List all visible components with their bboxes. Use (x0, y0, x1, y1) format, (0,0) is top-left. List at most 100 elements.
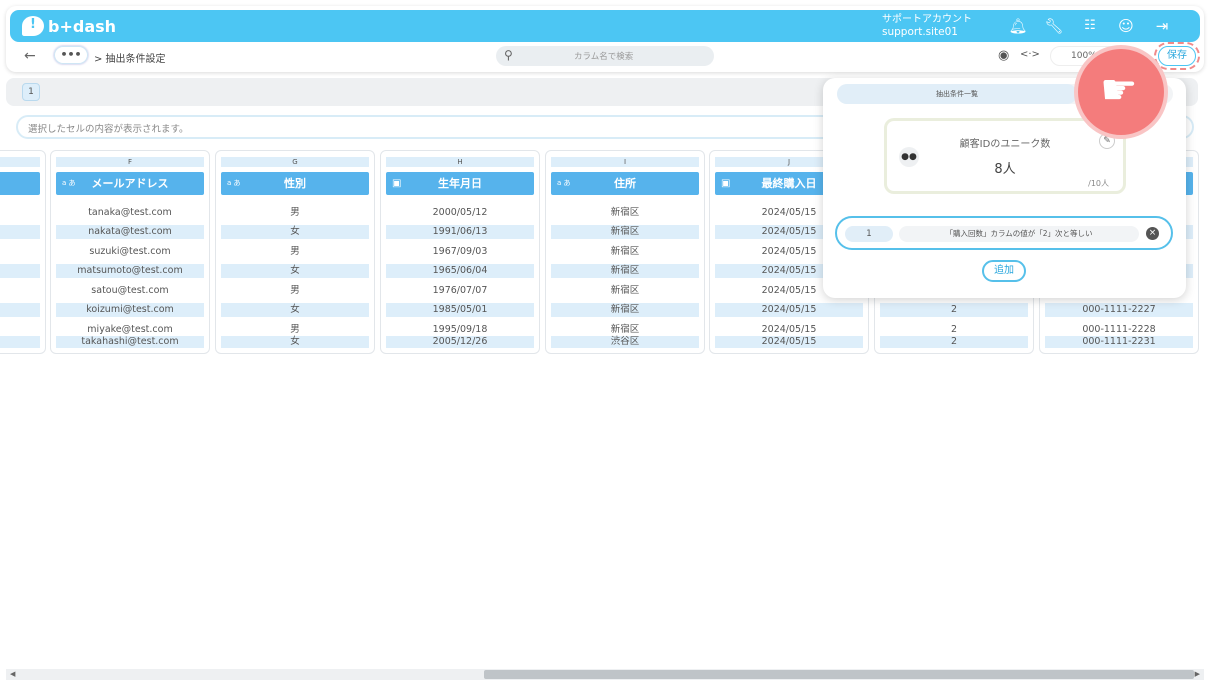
account-info[interactable]: サポートアカウント support.site01 (882, 13, 972, 39)
table-cell[interactable]: 男 (221, 206, 369, 220)
table-cell[interactable]: 2024/05/15 (715, 303, 863, 317)
card-value: 8人 (994, 162, 1016, 177)
account-site: support.site01 (882, 26, 958, 38)
table-cell[interactable]: 新宿区 (551, 284, 699, 298)
table-cell[interactable]: 男 (221, 284, 369, 298)
column-header-label: 最終購入日 (761, 177, 817, 190)
scroll-right-arrow-icon[interactable]: ▶ (1195, 669, 1200, 680)
horizontal-scrollbar[interactable]: ◀ ▶ (6, 669, 1204, 680)
top-header: b+dash サポートアカウント support.site01 🔔︎ 🔧︎ ☷ … (10, 10, 1200, 42)
remove-condition-icon[interactable]: × (1146, 227, 1159, 240)
table-cell[interactable]: tanaka@test.com (56, 206, 204, 220)
table-cell[interactable]: 1965/06/04 (386, 264, 534, 278)
pointing-hand-icon: ☛ (1074, 45, 1168, 139)
table-cell[interactable]: 2 (880, 323, 1028, 337)
column-header[interactable]: a あ メールアドレス (56, 172, 204, 195)
column-letter[interactable]: H (386, 157, 534, 167)
table-cell[interactable]: 1995/09/18 (386, 323, 534, 337)
wrench-icon[interactable]: 🔧︎ (1044, 16, 1064, 36)
table-cell[interactable]: 000-1111-2231 (1045, 336, 1193, 348)
column-1: Fa あ メールアドレス tanaka@test.com nakata@test.co… (50, 150, 210, 354)
table-cell[interactable]: suzuki@test.com (56, 245, 204, 259)
table-cell[interactable]: 女 (221, 264, 369, 278)
condition-row[interactable]: 1 「購入回数」カラムの値が「2」次と等しい × (835, 216, 1173, 250)
table-cell[interactable]: 2000/05/12 (386, 206, 534, 220)
scrollbar-thumb[interactable] (484, 670, 1194, 679)
scroll-left-arrow-icon[interactable]: ◀ (10, 669, 15, 680)
table-cell[interactable]: nakata@test.com (56, 225, 204, 239)
table-cell[interactable] (0, 284, 40, 298)
table-cell[interactable]: 新宿区 (551, 245, 699, 259)
table-cell[interactable]: 新宿区 (551, 225, 699, 239)
table-cell[interactable]: 2 (880, 303, 1028, 317)
table-cell[interactable]: 2 (880, 336, 1028, 348)
column-header-label: メールアドレス (91, 177, 169, 190)
page-1-button[interactable]: 1 (22, 83, 40, 101)
condition-number: 1 (845, 226, 893, 242)
card-title: 顧客IDのユニーク数 (959, 139, 1051, 150)
table-cell[interactable]: 男 (221, 245, 369, 259)
table-cell[interactable] (0, 264, 40, 278)
table-cell[interactable]: 男 (221, 323, 369, 337)
table-cell[interactable]: 2024/05/15 (715, 336, 863, 348)
column-letter[interactable]: F (56, 157, 204, 167)
table-cell[interactable] (0, 245, 40, 259)
column-partial-left (0, 150, 46, 354)
table-cell[interactable]: takahashi@test.com (56, 336, 204, 348)
support-chat-icon[interactable]: ☺ (1116, 16, 1136, 36)
column-header[interactable] (0, 172, 40, 195)
breadcrumb: > 抽出条件設定 (94, 54, 166, 65)
back-arrow-icon[interactable]: ← (24, 48, 36, 64)
tab-condition-list[interactable]: 抽出条件一覧 (837, 84, 1077, 104)
table-cell[interactable]: 渋谷区 (551, 336, 699, 348)
table-cell[interactable] (0, 303, 40, 317)
logout-icon[interactable]: ⇥ (1152, 16, 1172, 36)
grid-apps-icon[interactable]: ☷ (1080, 16, 1100, 36)
table-cell[interactable]: 新宿区 (551, 264, 699, 278)
table-cell[interactable]: 新宿区 (551, 323, 699, 337)
table-cell[interactable]: koizumi@test.com (56, 303, 204, 317)
eye-icon[interactable]: ◉ (998, 48, 1009, 63)
unique-count-card: ●● 顧客IDのユニーク数 8人 /10人 ✎ (884, 118, 1126, 194)
table-cell[interactable] (0, 225, 40, 239)
column-header[interactable]: ▣ 生年月日 (386, 172, 534, 195)
table-cell[interactable]: 新宿区 (551, 303, 699, 317)
table-cell[interactable] (0, 206, 40, 220)
column-letter[interactable]: G (221, 157, 369, 167)
column-4: Ia あ住所 新宿区 新宿区 新宿区 新宿区 新宿区 新宿区 新宿区 渋谷区 (545, 150, 705, 354)
table-cell[interactable]: miyake@test.com (56, 323, 204, 337)
text-type-icon: a あ (62, 179, 76, 187)
column-letter (0, 157, 40, 167)
sub-toolbar: ← ••• > 抽出条件設定 ⚲ カラム名で検索 ◉ <·> 100% 保存 (10, 42, 1200, 70)
table-cell[interactable]: 女 (221, 336, 369, 348)
column-letter[interactable]: I (551, 157, 699, 167)
table-cell[interactable]: matsumoto@test.com (56, 264, 204, 278)
account-label: サポートアカウント (882, 14, 972, 25)
bell-icon[interactable]: 🔔︎ (1008, 16, 1028, 36)
column-header[interactable]: a あ 性別 (221, 172, 369, 195)
add-condition-button[interactable]: 追加 (982, 260, 1026, 282)
condition-text[interactable]: 「購入回数」カラムの値が「2」次と等しい (899, 226, 1139, 242)
table-cell[interactable]: 女 (221, 303, 369, 317)
table-cell[interactable]: 女 (221, 225, 369, 239)
table-cell[interactable]: 新宿区 (551, 206, 699, 220)
table-cell[interactable]: 1985/05/01 (386, 303, 534, 317)
table-cell[interactable]: satou@test.com (56, 284, 204, 298)
table-cell[interactable]: 1976/07/07 (386, 284, 534, 298)
code-icon[interactable]: <·> (1020, 49, 1040, 60)
table-cell[interactable]: 1967/09/03 (386, 245, 534, 259)
table-cell[interactable] (0, 336, 40, 348)
column-search-input[interactable]: ⚲ カラム名で検索 (496, 46, 714, 66)
table-cell[interactable]: 1991/06/13 (386, 225, 534, 239)
table-cell[interactable]: 2005/12/26 (386, 336, 534, 348)
brand-logo[interactable]: b+dash (22, 14, 116, 38)
table-cell[interactable]: 000-1111-2228 (1045, 323, 1193, 337)
search-icon: ⚲ (504, 48, 513, 62)
table-cell[interactable]: 000-1111-2227 (1045, 303, 1193, 317)
table-cell[interactable] (0, 323, 40, 337)
save-button[interactable]: 保存 (1154, 42, 1200, 70)
table-cell[interactable]: 2024/05/15 (715, 323, 863, 337)
text-type-icon: a あ (557, 179, 571, 187)
more-button[interactable]: ••• (54, 46, 88, 64)
column-header[interactable]: a あ 住所 (551, 172, 699, 195)
